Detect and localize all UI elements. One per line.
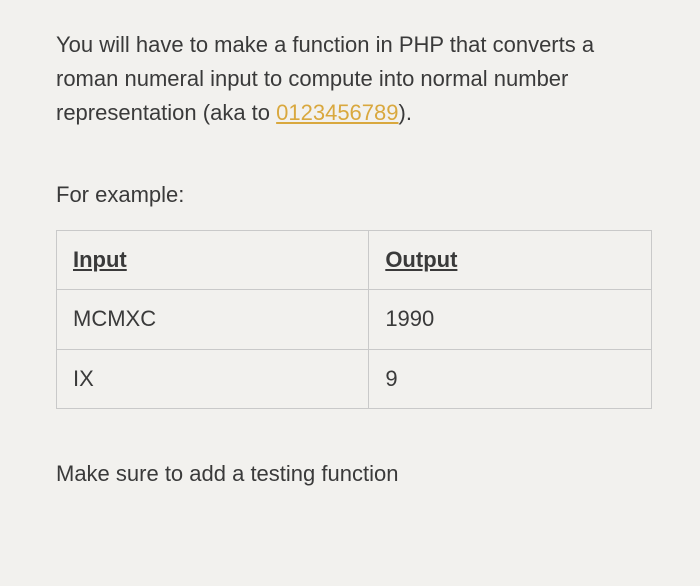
header-input: Input <box>57 231 369 290</box>
header-output: Output <box>369 231 652 290</box>
cell-output: 1990 <box>369 290 652 349</box>
table-header-row: Input Output <box>57 231 652 290</box>
problem-description: You will have to make a function in PHP … <box>56 28 652 130</box>
cell-output: 9 <box>369 349 652 408</box>
examples-table: Input Output MCMXC 1990 IX 9 <box>56 230 652 408</box>
cell-input: MCMXC <box>57 290 369 349</box>
footer-note: Make sure to add a testing function <box>56 457 652 491</box>
numeric-link[interactable]: 0123456789 <box>276 100 398 125</box>
intro-text-part2: ). <box>399 100 412 125</box>
table-row: IX 9 <box>57 349 652 408</box>
table-row: MCMXC 1990 <box>57 290 652 349</box>
cell-input: IX <box>57 349 369 408</box>
example-label: For example: <box>56 178 652 212</box>
